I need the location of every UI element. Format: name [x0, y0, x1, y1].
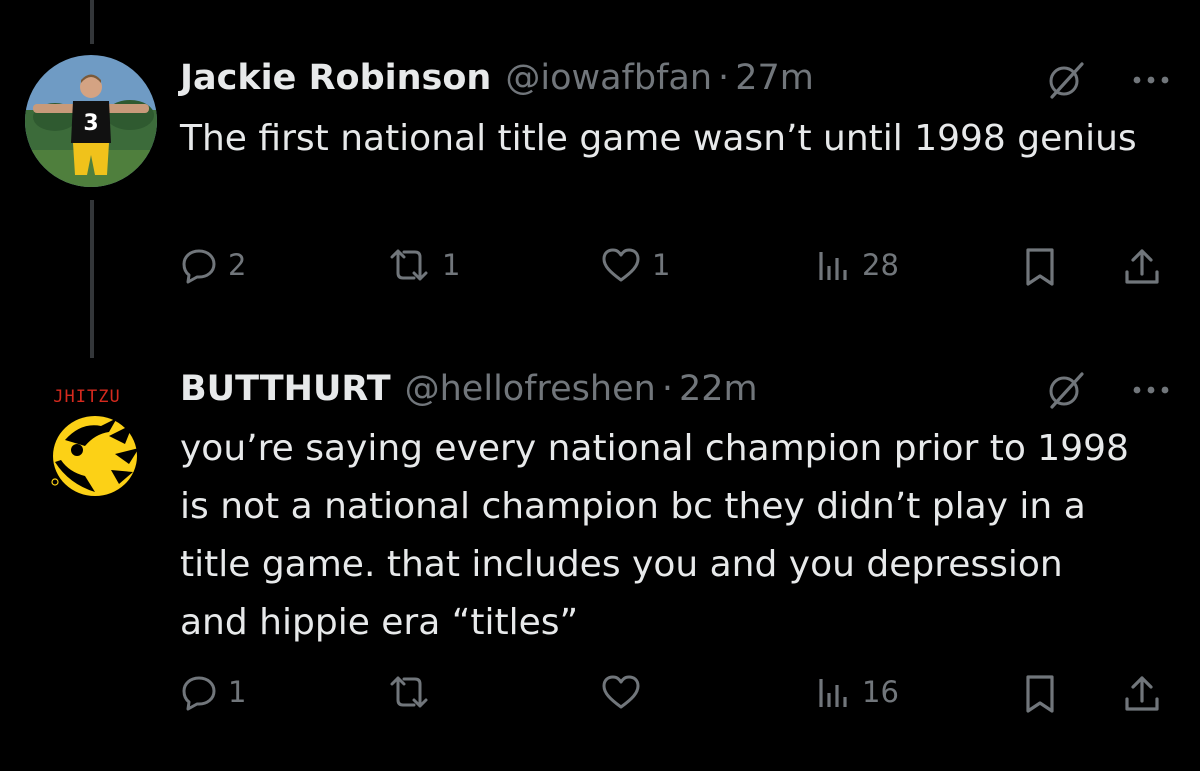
repost-button[interactable] [386, 673, 442, 711]
tweet-text: you’re saying every national champion pr… [180, 428, 1129, 643]
tweet-header: BUTTHURT @hellofreshen · 22m [180, 367, 758, 411]
grok-slash-icon[interactable] [1044, 370, 1088, 410]
timestamp[interactable]: 22m [679, 367, 758, 411]
author-name[interactable]: BUTTHURT [180, 367, 391, 411]
more-icon[interactable] [1132, 384, 1170, 396]
views-icon [816, 673, 852, 711]
repost-icon [386, 673, 432, 711]
like-icon [600, 673, 642, 711]
avatar-logo-text: JHITZU [53, 387, 120, 407]
share-button[interactable] [1122, 673, 1162, 715]
reply-count: 1 [228, 675, 247, 709]
views-button[interactable]: 16 [816, 673, 899, 711]
reply-icon [180, 673, 218, 711]
share-icon [1122, 673, 1162, 715]
bookmark-button[interactable] [1022, 673, 1058, 715]
reply-button[interactable]: 1 [180, 673, 246, 711]
views-count: 16 [862, 675, 899, 709]
like-button[interactable] [600, 673, 652, 711]
tweet-actions: 1 16 [180, 673, 1170, 721]
separator-dot: · [661, 369, 673, 409]
avatar-hawkeye-logo: JHITZU [25, 366, 157, 498]
tweet-header-actions [1044, 370, 1170, 410]
tweet[interactable]: JHITZU BUTTHURT @hellofreshen · 22m you’… [0, 0, 1200, 771]
avatar[interactable]: JHITZU [25, 366, 157, 498]
bookmark-icon [1022, 673, 1058, 715]
author-handle[interactable]: @hellofreshen [405, 367, 656, 411]
